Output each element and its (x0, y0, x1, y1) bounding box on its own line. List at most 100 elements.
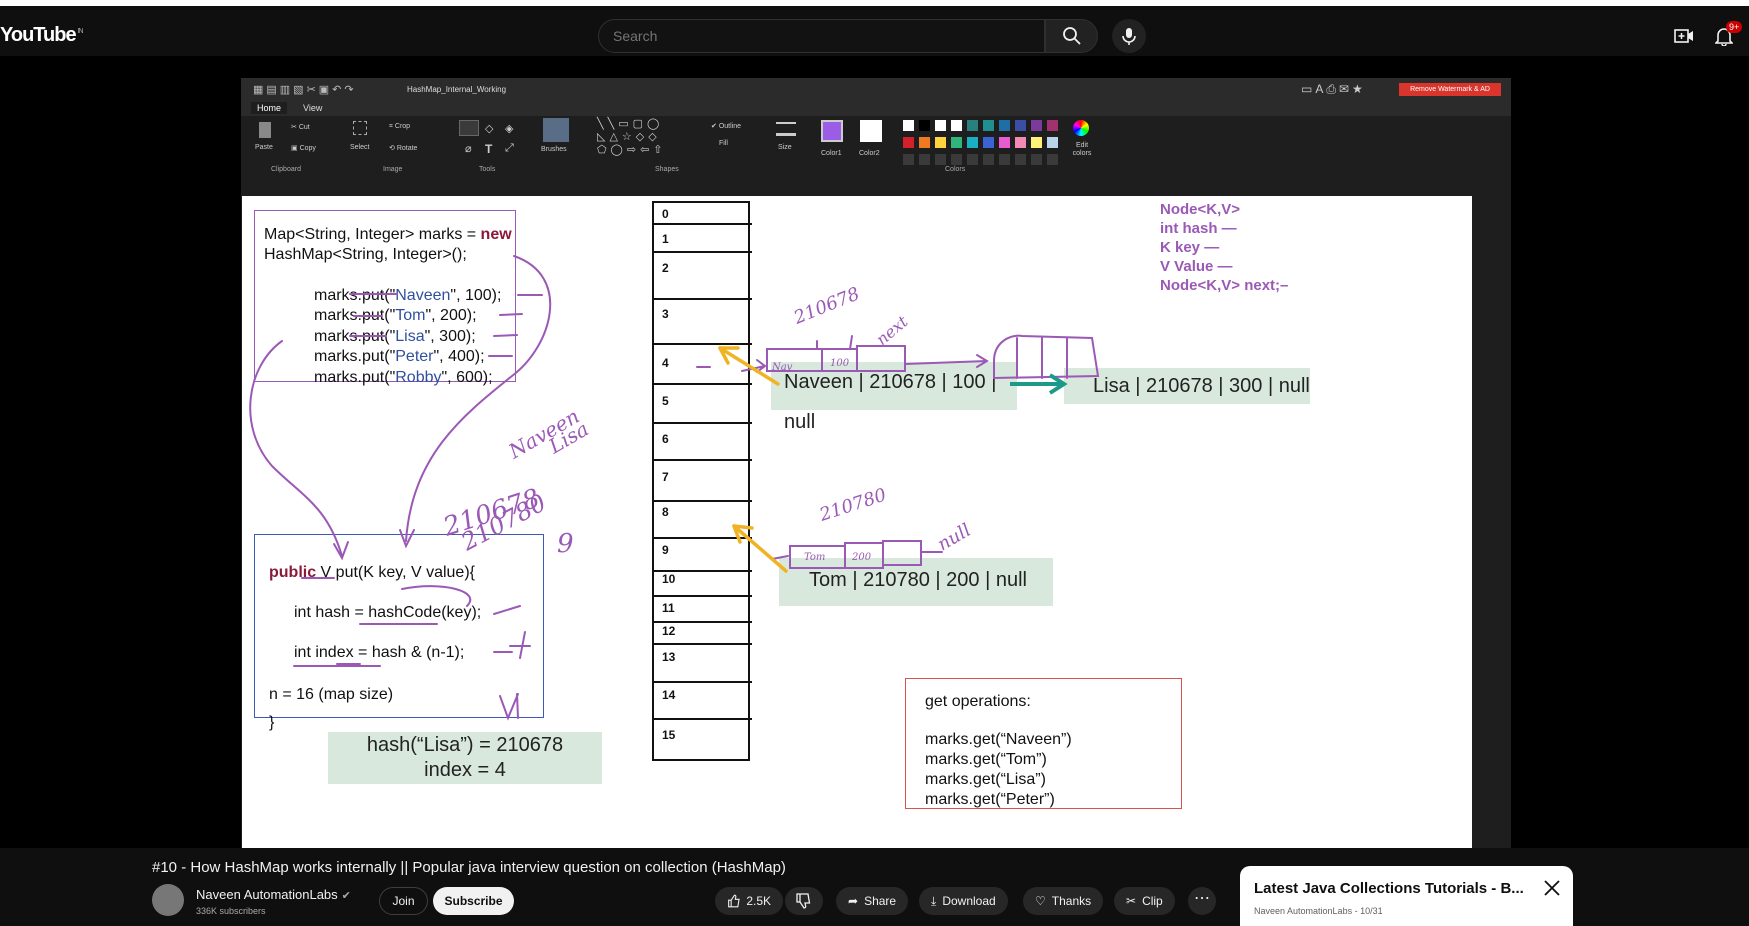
thanks-button[interactable]: ♡ Thanks (1023, 887, 1104, 915)
drawing-canvas: Map<String, Integer> marks = new HashMap… (242, 196, 1472, 848)
magnifier-icon: ⤢ (505, 142, 514, 154)
text-tool-icon: T (485, 142, 493, 156)
more-actions-button[interactable]: ⋯ (1188, 887, 1216, 915)
palette-swatch (983, 120, 994, 131)
svg-text:9: 9 (557, 529, 574, 559)
pencil-tool-icon (459, 120, 479, 136)
fill-bucket-icon: ◈ (505, 123, 514, 135)
brushes-icon (543, 118, 569, 142)
color1-swatch (821, 120, 843, 142)
clip-button[interactable]: ✂ Clip (1114, 887, 1175, 915)
playlist-panel[interactable]: Latest Java Collections Tutorials - B...… (1240, 866, 1573, 926)
size-label: Size (778, 144, 792, 151)
subscriber-count: 336K subscribers (196, 906, 266, 916)
palette-swatch-empty (1047, 154, 1058, 165)
rotate-label: ⟲ Rotate (389, 145, 418, 152)
copy-label: ▣ Copy (291, 145, 316, 152)
palette-swatch-empty (951, 154, 962, 165)
crop-label: ⌗ Crop (389, 123, 411, 130)
select-label: Select (350, 144, 370, 151)
palette-swatch (935, 120, 946, 131)
remove-watermark-button: Remove Watermark & AD (1399, 83, 1501, 96)
close-icon (1544, 880, 1560, 896)
download-label: Download (942, 894, 996, 908)
palette-swatch-empty (1015, 154, 1026, 165)
palette-swatch (903, 137, 914, 148)
edit-colors-label: Edit colors (1072, 142, 1092, 157)
search-button[interactable] (1045, 19, 1098, 53)
thumbs-up-icon (728, 894, 740, 908)
palette-swatch (951, 120, 962, 131)
share-icon: ➦ (848, 894, 859, 908)
clip-label: Clip (1142, 894, 1163, 908)
svg-text:100: 100 (830, 358, 850, 369)
palette-swatch-empty (967, 154, 978, 165)
palette-swatch (1047, 137, 1058, 148)
group-tools: Tools (479, 166, 496, 173)
thumbs-down-icon (796, 893, 811, 909)
share-label: Share (864, 894, 897, 908)
eraser-icon: ◇ (485, 123, 494, 135)
download-button[interactable]: ⤓ Download (919, 887, 1008, 915)
like-button[interactable]: 2.5K (715, 887, 783, 915)
channel-name[interactable]: Naveen AutomationLabs ✔ (196, 887, 351, 902)
search-box[interactable] (598, 19, 1045, 53)
color2-swatch (860, 120, 882, 142)
youtube-logo[interactable]: YouTube IN (0, 24, 84, 47)
notification-badge: 9+ (1726, 21, 1743, 33)
voice-search-button[interactable] (1112, 19, 1146, 53)
join-button[interactable]: Join (379, 887, 428, 915)
subscribe-button[interactable]: Subscribe (433, 887, 514, 915)
palette-swatch (1047, 120, 1058, 131)
paint-right-icons: ▭A⎙✉★ (1301, 82, 1366, 96)
outline-label: ✔ Outline (711, 123, 741, 130)
search-input[interactable] (613, 20, 1013, 52)
group-clipboard: Clipboard (271, 166, 301, 173)
playlist-close-button[interactable] (1542, 878, 1562, 898)
palette-swatch (1031, 137, 1042, 148)
palette-swatch (999, 137, 1010, 148)
group-image: Image (383, 166, 403, 173)
color1-label: Color1 (821, 150, 842, 157)
scissors-icon: ✂ (1126, 894, 1137, 908)
edit-colors-icon (1073, 120, 1089, 136)
palette-swatch (903, 120, 914, 131)
microphone-icon (1122, 28, 1136, 45)
video-info-bar: #10 - How HashMap works internally || Po… (0, 848, 1749, 926)
fill-label: Fill (719, 140, 728, 147)
palette-swatch-empty (1031, 154, 1042, 165)
top-bar: YouTubeIN 9+ (0, 0, 1749, 56)
cut-label: ✂ Cut (291, 124, 310, 131)
create-button[interactable] (1672, 24, 1696, 48)
palette-swatch (951, 137, 962, 148)
palette-swatch-empty (919, 154, 930, 165)
download-icon: ⤓ (931, 893, 937, 908)
share-button[interactable]: ➦ Share (836, 887, 909, 915)
palette-swatch-empty (935, 154, 946, 165)
size-icon (776, 122, 796, 136)
svg-text:Nav: Nav (771, 362, 793, 373)
paint-file-name: HashMap_Internal_Working (407, 85, 507, 94)
paste-label: Paste (255, 144, 273, 151)
region-label: IN (77, 28, 84, 36)
svg-text:200: 200 (851, 552, 872, 563)
select-icon (353, 121, 367, 135)
search-icon (1062, 27, 1081, 45)
palette-swatch (935, 137, 946, 148)
svg-text:Tom: Tom (804, 552, 825, 563)
svg-text:210780: 210780 (816, 485, 889, 527)
group-colors: Colors (945, 166, 966, 173)
dislike-button[interactable] (785, 887, 823, 915)
color-picker-icon: ⌀ (465, 143, 472, 155)
palette-swatch (919, 137, 930, 148)
palette-swatch-empty (999, 154, 1010, 165)
create-video-icon (1674, 29, 1693, 43)
paint-tabs: Home View (241, 100, 1511, 116)
paste-icon (259, 122, 271, 138)
quick-access-icons: ▦▤▥▧✂▣↶↷ (253, 84, 357, 96)
palette-swatch-empty (903, 154, 914, 165)
svg-text:210678: 210678 (790, 283, 863, 329)
paint-title-bar: ▦▤▥▧✂▣↶↷ HashMap_Internal_Working ▭A⎙✉★ … (241, 78, 1511, 100)
channel-avatar[interactable] (152, 884, 184, 916)
thanks-icon: ♡ (1035, 894, 1046, 908)
